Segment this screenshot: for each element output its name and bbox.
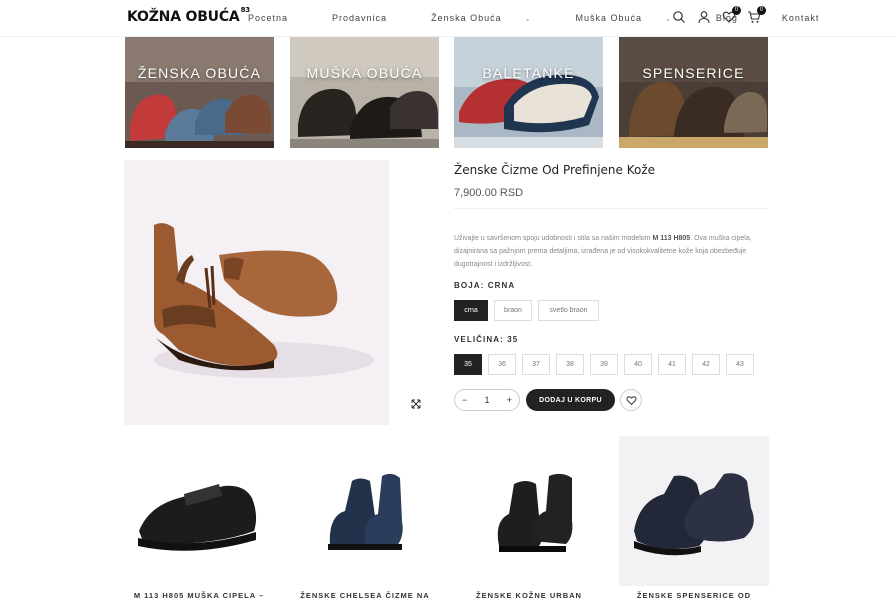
product-title: Ženske Čizme Od Prefinjene Kože: [454, 163, 656, 177]
quantity-value[interactable]: 1: [484, 395, 489, 405]
header-icons: 0 0: [672, 6, 766, 24]
size-swatch-36[interactable]: 36: [488, 354, 516, 375]
nav-item-zenska-obuca[interactable]: Ženska Obuća ⌄: [431, 13, 553, 23]
related-product-image[interactable]: [290, 436, 440, 586]
size-swatch-37[interactable]: 37: [522, 354, 550, 375]
related-product-image[interactable]: [124, 436, 274, 586]
category-image: [290, 37, 439, 148]
product-price: 7,900.00 RSD: [454, 187, 524, 199]
color-option-label: BOJA: CRNA: [454, 281, 516, 290]
related-product-title[interactable]: M 113 H805 MUŠKA CIPELA –: [124, 591, 274, 600]
size-swatch-43[interactable]: 43: [726, 354, 754, 375]
category-label: BALETANKE: [482, 65, 575, 81]
add-to-cart-button[interactable]: DODAJ U KORPU: [526, 389, 615, 411]
size-swatch-35[interactable]: 35: [454, 354, 482, 375]
category-label: ŽENSKA OBUĆA: [137, 65, 262, 81]
size-swatch-41[interactable]: 41: [658, 354, 686, 375]
category-tile-muska-obuca[interactable]: MUŠKA OBUĆA: [290, 37, 439, 148]
quantity-stepper: − 1 +: [454, 389, 520, 411]
color-swatch-crna[interactable]: crna: [454, 300, 488, 321]
nav-item-pocetna[interactable]: Pocetna: [248, 13, 310, 23]
product-photo: [124, 160, 389, 425]
related-product-image[interactable]: [454, 436, 604, 586]
category-tile-baletanke[interactable]: BALETANKE: [454, 37, 603, 148]
category-label: MUŠKA OBUĆA: [306, 65, 423, 81]
category-image: [619, 37, 768, 148]
color-swatch-svetlo-braon[interactable]: svetlo braon: [538, 300, 599, 321]
divider: [454, 208, 767, 209]
search-icon[interactable]: [672, 10, 686, 24]
expand-icon: [411, 399, 421, 409]
category-tile-spenserice[interactable]: SPENSERICE: [619, 37, 768, 148]
related-product-image[interactable]: [619, 436, 769, 586]
product-model: M 113 H805: [652, 235, 691, 242]
size-swatch-39[interactable]: 39: [590, 354, 618, 375]
cart-count-badge: 0: [757, 6, 766, 15]
size-swatch-40[interactable]: 40: [624, 354, 652, 375]
related-product-title[interactable]: ŽENSKE CHELSEA ČIZME NA: [290, 591, 440, 600]
zoom-button[interactable]: [408, 396, 424, 412]
size-swatches: 35 36 37 38 39 40 41 42 43: [454, 354, 754, 375]
color-swatch-braon[interactable]: braon: [494, 300, 532, 321]
category-image: [454, 37, 603, 148]
wishlist-count-badge: 0: [732, 6, 741, 15]
site-header: KOŽNA OBUĆA83 Pocetna Prodavnica Ženska …: [0, 0, 895, 37]
nav-item-kontakt[interactable]: Kontakt: [782, 13, 842, 23]
site-logo[interactable]: KOŽNA OBUĆA83: [127, 6, 250, 25]
quantity-decrease-button[interactable]: −: [462, 395, 467, 405]
product-description: Uživajte u savršenom spoju udobnosti i s…: [454, 235, 752, 268]
product-image[interactable]: [124, 160, 389, 425]
related-product-title[interactable]: ŽENSKE KOŽNE URBAN: [454, 591, 604, 600]
product-photo: [290, 436, 440, 586]
product-photo: [619, 436, 769, 586]
product-photo: [454, 436, 604, 586]
size-option-label: VELIČINA: 35: [454, 335, 519, 344]
product-photo: [124, 436, 274, 586]
size-swatch-38[interactable]: 38: [556, 354, 584, 375]
heart-icon: [626, 395, 636, 405]
cart-icon[interactable]: 0: [747, 6, 766, 24]
chevron-down-icon: ⌄: [665, 16, 672, 23]
wishlist-icon[interactable]: 0: [722, 6, 741, 24]
add-to-wishlist-button[interactable]: [620, 389, 642, 411]
category-label: SPENSERICE: [642, 65, 745, 81]
user-icon[interactable]: [697, 10, 711, 24]
category-image: [125, 37, 274, 148]
size-swatch-42[interactable]: 42: [692, 354, 720, 375]
related-product-title[interactable]: ŽENSKE SPENSERICE OD: [619, 591, 769, 600]
main-nav: Pocetna Prodavnica Ženska Obuća ⌄ Muška O…: [248, 13, 863, 23]
nav-item-prodavnica[interactable]: Prodavnica: [332, 13, 409, 23]
category-tile-zenska-obuca[interactable]: ŽENSKA OBUĆA: [125, 37, 274, 148]
chevron-down-icon: ⌄: [524, 16, 532, 23]
color-swatches: crna braon svetlo braon: [454, 300, 599, 321]
quantity-increase-button[interactable]: +: [507, 395, 512, 405]
